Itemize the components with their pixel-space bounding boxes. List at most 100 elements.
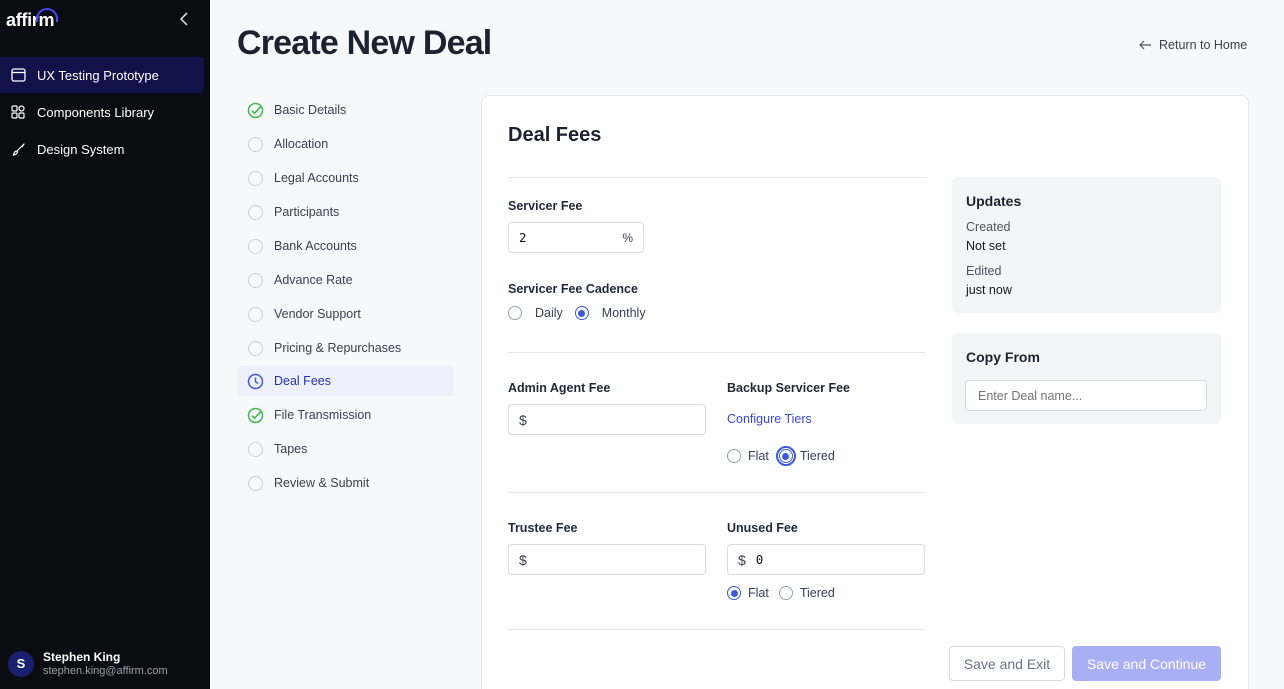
- deal-name-input[interactable]: [965, 380, 1207, 411]
- edited-value: just now: [966, 283, 1012, 297]
- sidebar: affirm UX Testing Prototype Components L…: [0, 0, 210, 689]
- step-deal-fees[interactable]: Deal Fees: [237, 366, 454, 396]
- clock-icon: [247, 373, 264, 389]
- user-name: Stephen King: [43, 650, 121, 664]
- unused-fee-input[interactable]: $ 0: [727, 544, 925, 575]
- sidebar-item-design-system[interactable]: Design System: [0, 131, 204, 167]
- return-to-home-link[interactable]: Return to Home: [1139, 37, 1247, 53]
- radio-daily-label: Daily: [535, 306, 563, 320]
- step-basic-details[interactable]: Basic Details: [237, 95, 454, 125]
- radio-daily[interactable]: [508, 306, 522, 320]
- radio-tiered-label: Tiered: [799, 586, 835, 600]
- step-empty-circle-icon: [248, 475, 263, 491]
- radio-monthly-label: Monthly: [601, 306, 646, 320]
- backup-fee-radio-group: Flat Tiered: [727, 446, 845, 466]
- check-circle-icon: [247, 407, 264, 423]
- section-title: Deal Fees: [508, 124, 602, 146]
- step-empty-circle-icon: [248, 136, 263, 152]
- step-empty-circle-icon: [248, 272, 263, 288]
- servicer-fee-value: 2: [519, 230, 527, 245]
- step-legal-accounts[interactable]: Legal Accounts: [237, 163, 454, 193]
- backup-servicer-fee-label: Backup Servicer Fee: [727, 381, 850, 395]
- page-title: Create New Deal: [237, 24, 492, 62]
- step-review-submit[interactable]: Review & Submit: [237, 468, 454, 498]
- servicer-fee-input[interactable]: 2 %: [508, 222, 644, 253]
- sidebar-item-ux-testing-prototype[interactable]: UX Testing Prototype: [0, 57, 204, 93]
- copy-from-panel: Copy From: [952, 333, 1221, 424]
- step-label: File Transmission: [274, 408, 372, 422]
- step-empty-circle-icon: [248, 238, 263, 254]
- avatar: S: [8, 650, 34, 677]
- sidebar-item-label: Components Library: [37, 104, 155, 120]
- divider: [508, 352, 926, 353]
- step-label: Pricing & Repurchases: [274, 341, 402, 355]
- radio-tiered[interactable]: [778, 586, 793, 600]
- trustee-fee-input[interactable]: $: [508, 544, 706, 575]
- unused-fee-value: 0: [755, 552, 764, 567]
- unused-fee-label: Unused Fee: [727, 521, 798, 535]
- step-label: Legal Accounts: [274, 171, 359, 185]
- divider: [508, 492, 926, 493]
- created-label: Created: [966, 220, 1011, 234]
- dollar-prefix: $: [738, 551, 746, 568]
- divider: [508, 177, 926, 178]
- dollar-prefix: $: [519, 411, 527, 428]
- updates-title: Updates: [966, 193, 1022, 209]
- step-bank-accounts[interactable]: Bank Accounts: [237, 231, 454, 261]
- return-label: Return to Home: [1159, 38, 1248, 52]
- step-label: Allocation: [274, 137, 329, 151]
- save-and-exit-button[interactable]: Save and Exit: [949, 646, 1065, 681]
- trustee-fee-label: Trustee Fee: [508, 521, 578, 535]
- admin-agent-fee-input[interactable]: $: [508, 404, 706, 435]
- sidebar-item-label: UX Testing Prototype: [37, 67, 159, 83]
- radio-tiered[interactable]: [775, 446, 796, 466]
- user-email: stephen.king@affirm.com: [43, 665, 168, 677]
- check-circle-icon: [247, 102, 264, 118]
- radio-tiered-label: Tiered: [799, 449, 835, 463]
- step-label: Basic Details: [274, 103, 347, 117]
- radio-flat[interactable]: [727, 449, 741, 463]
- created-value: Not set: [966, 239, 1006, 253]
- step-advance-rate[interactable]: Advance Rate: [237, 265, 454, 295]
- sidebar-item-components-library[interactable]: Components Library: [0, 94, 204, 130]
- admin-agent-fee-label: Admin Agent Fee: [508, 381, 611, 395]
- radio-flat-label: Flat: [748, 449, 769, 463]
- step-file-transmission[interactable]: File Transmission: [237, 400, 454, 430]
- grid-icon: [10, 104, 26, 120]
- cadence-radio-group: Daily Monthly: [508, 306, 656, 320]
- window-icon: [10, 67, 26, 83]
- copy-from-title: Copy From: [966, 349, 1040, 365]
- sidebar-item-label: Design System: [37, 141, 125, 157]
- divider: [508, 629, 926, 630]
- percent-suffix: %: [622, 230, 633, 245]
- configure-tiers-link[interactable]: Configure Tiers: [727, 412, 812, 426]
- collapse-sidebar-chevron-icon[interactable]: [176, 10, 192, 30]
- unused-fee-radio-group: Flat Tiered: [727, 586, 845, 600]
- user-profile[interactable]: S Stephen King stephen.king@affirm.com: [8, 650, 168, 677]
- step-empty-circle-icon: [248, 441, 263, 457]
- radio-monthly[interactable]: [574, 306, 589, 320]
- brush-icon: [10, 141, 26, 157]
- step-empty-circle-icon: [248, 340, 263, 356]
- step-participants[interactable]: Participants: [237, 197, 454, 227]
- step-label: Deal Fees: [274, 374, 331, 388]
- radio-flat[interactable]: [727, 586, 741, 600]
- step-label: Participants: [274, 205, 340, 219]
- save-and-continue-button[interactable]: Save and Continue: [1072, 646, 1221, 681]
- updates-panel: Updates Created Not set Edited just now: [952, 177, 1221, 313]
- step-empty-circle-icon: [248, 170, 263, 186]
- step-label: Review & Submit: [274, 476, 370, 490]
- step-vendor-support[interactable]: Vendor Support: [237, 299, 454, 329]
- arrow-left-icon: [1139, 37, 1152, 53]
- radio-flat-label: Flat: [748, 586, 769, 600]
- step-empty-circle-icon: [248, 204, 263, 220]
- step-pricing-repurchases[interactable]: Pricing & Repurchases: [237, 333, 454, 363]
- edited-label: Edited: [966, 264, 1002, 278]
- step-label: Vendor Support: [274, 307, 361, 321]
- logo-arc-icon: [36, 8, 58, 22]
- servicer-fee-label: Servicer Fee: [508, 199, 583, 213]
- step-empty-circle-icon: [248, 306, 263, 322]
- step-allocation[interactable]: Allocation: [237, 129, 454, 159]
- servicer-fee-cadence-label: Servicer Fee Cadence: [508, 282, 638, 296]
- step-tapes[interactable]: Tapes: [237, 434, 454, 464]
